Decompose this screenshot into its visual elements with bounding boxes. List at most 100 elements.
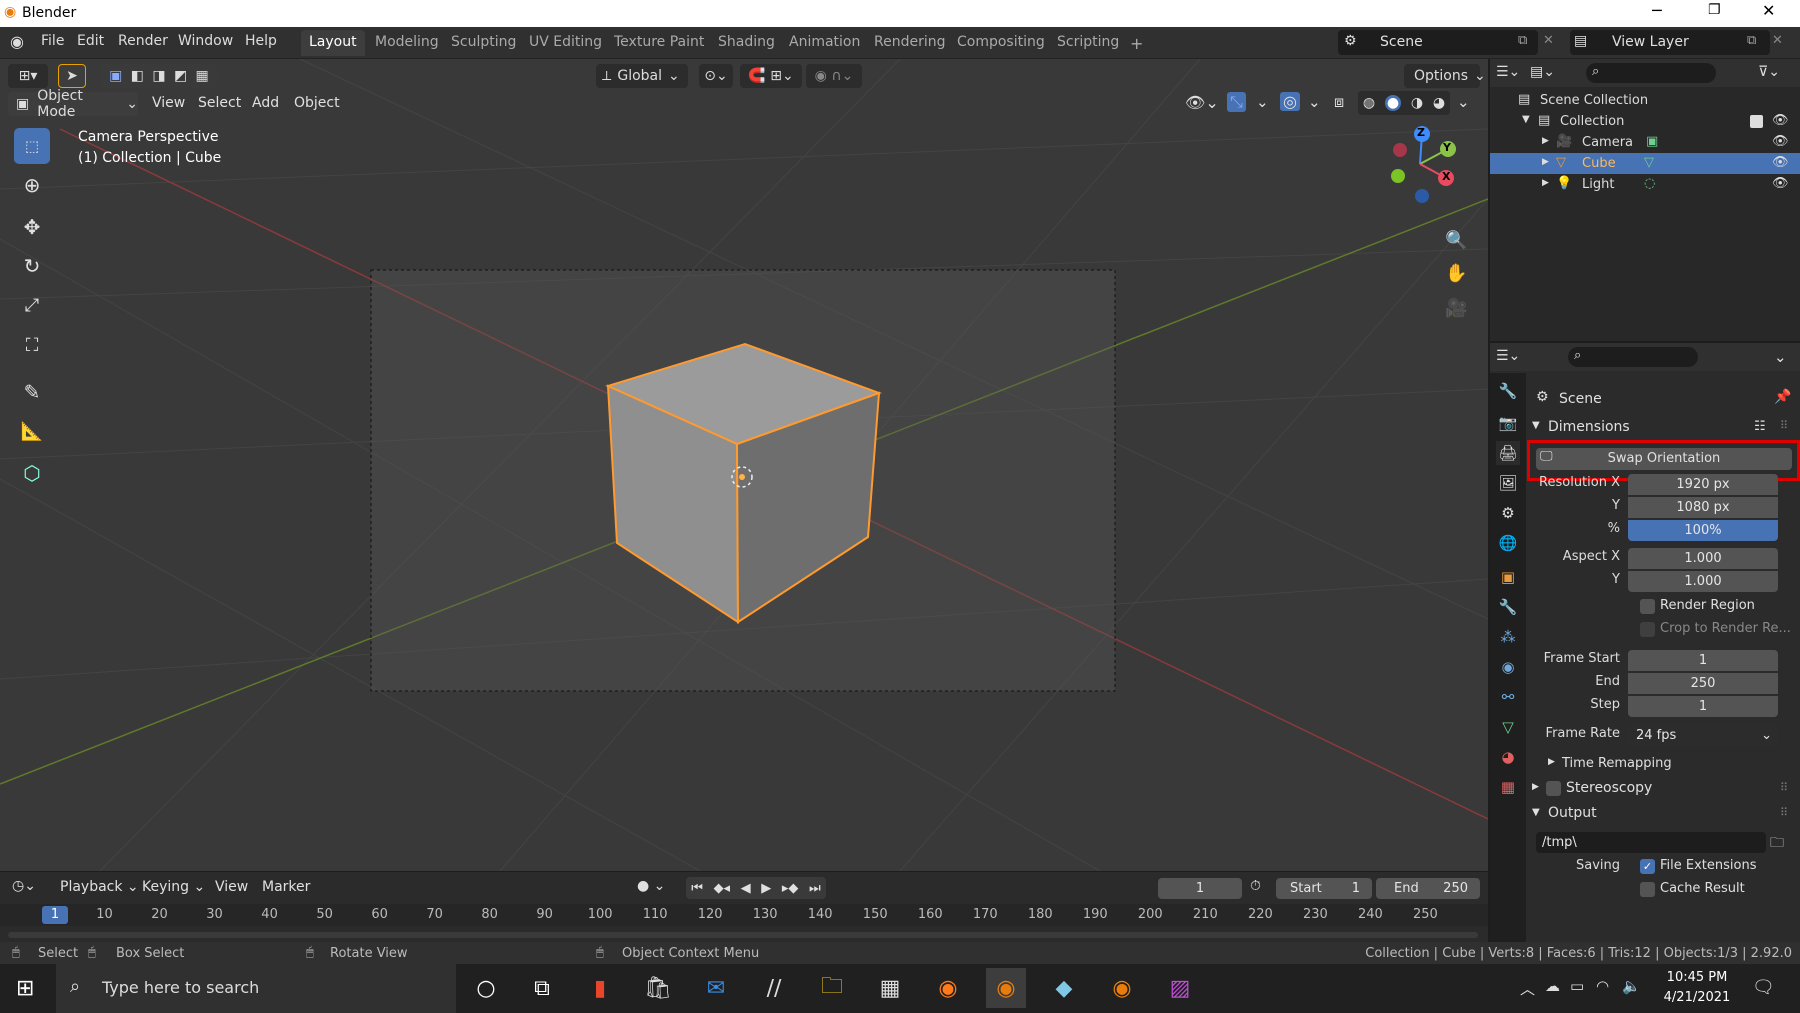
tab-shading[interactable]: Shading — [710, 30, 783, 56]
blender-taskbar-icon[interactable]: ◉ — [986, 968, 1026, 1008]
current-frame-field[interactable]: 1 — [1158, 878, 1242, 899]
mode-dropdown[interactable]: ▣ Object Mode ⌄ — [8, 88, 138, 120]
outliner-item-camera[interactable]: ▶ 🎥 Camera ▣ 👁 — [1490, 132, 1800, 153]
overlay-dropdown-icon[interactable]: ⌄ — [1308, 93, 1321, 111]
data-tab-icon[interactable]: ▽ — [1496, 715, 1520, 739]
proportional-editing-buttons[interactable]: ◉ ∩⌄ — [806, 64, 862, 88]
office-icon[interactable]: ▮ — [580, 968, 620, 1008]
menu-playback[interactable]: Playback ⌄ — [60, 879, 139, 895]
blender-alt-icon[interactable]: ◉ — [1102, 968, 1142, 1008]
pen-app-icon[interactable]: ∕∕ — [754, 968, 794, 1008]
chevron-down-icon[interactable]: ⌄ — [1774, 348, 1787, 366]
drag-handle-icon[interactable]: ⠿ — [1780, 806, 1788, 819]
editor-type-icon[interactable]: ☰⌄ — [1496, 348, 1520, 364]
folder-icon[interactable]: 🗀 — [1770, 832, 1784, 856]
output-path-input[interactable]: /tmp\ — [1536, 832, 1766, 853]
solid-shading-icon[interactable]: ● — [1384, 95, 1402, 111]
shading-mode-buttons[interactable]: ◍ ● ◑ ◕ — [1358, 91, 1450, 115]
pivot-point-dropdown[interactable]: ⊙⌄ — [699, 64, 733, 88]
select-intersect-icon[interactable]: ▦ — [196, 68, 209, 84]
view-layer-tab-icon[interactable]: 🖼 — [1496, 471, 1520, 495]
render-region-checkbox[interactable] — [1640, 599, 1655, 614]
scale-tool[interactable]: ⤢ — [14, 287, 50, 323]
add-workspace-button[interactable]: + — [1122, 30, 1151, 56]
camera-data-icon[interactable]: ▣ — [1646, 134, 1658, 149]
play-reverse-icon[interactable]: ◀ — [741, 881, 751, 896]
tab-scripting[interactable]: Scripting — [1049, 30, 1127, 56]
taskbar-search-input[interactable]: ⌕ Type here to search — [56, 964, 456, 1013]
expand-arrow-icon[interactable]: ▶ — [1542, 157, 1549, 167]
drag-handle-icon[interactable]: ⠿ — [1780, 781, 1788, 794]
menu-keying[interactable]: Keying ⌄ — [142, 879, 205, 895]
measure-tool[interactable]: 📐 — [14, 413, 50, 449]
menu-add[interactable]: Add — [252, 95, 279, 111]
notes-app-icon[interactable]: ◆ — [1044, 968, 1084, 1008]
outliner-item-light[interactable]: ▶ 💡 Light ◌ 👁 — [1490, 174, 1800, 195]
tab-modeling[interactable]: Modeling — [367, 30, 447, 56]
eye-icon[interactable]: 👁 — [1772, 155, 1789, 170]
zoom-icon[interactable]: 🔍 — [1445, 230, 1467, 251]
file-extensions-checkbox[interactable]: ✓ — [1640, 859, 1655, 874]
collection-row[interactable]: ▼ ▤ Collection 👁 — [1490, 111, 1800, 132]
eye-icon[interactable]: 👁 — [1772, 134, 1789, 149]
close-button[interactable]: ✕ — [1762, 1, 1775, 20]
tab-animation[interactable]: Animation — [781, 30, 868, 56]
editor-type-button[interactable]: ⊞▾ — [8, 64, 48, 88]
gizmo-toggle-icon[interactable]: ⤡ — [1227, 92, 1246, 112]
transform-tool[interactable]: ⛶ — [14, 327, 50, 363]
menu-select[interactable]: Select — [198, 95, 241, 111]
drag-handle-icon[interactable]: ⠿ — [1780, 419, 1788, 432]
new-scene-icon[interactable]: ⧉ — [1518, 33, 1527, 48]
time-remapping-subpanel[interactable]: ▶ Time Remapping — [1540, 753, 1790, 775]
prev-keyframe-icon[interactable]: ◆◂ — [714, 881, 731, 896]
windows-start-icon[interactable]: ⊞ — [16, 976, 34, 1001]
selection-mode-buttons[interactable]: ▣ ◧ ◨ ◩ ▦ — [101, 64, 217, 88]
menu-view[interactable]: View — [152, 95, 185, 111]
expand-arrow-icon[interactable]: ▶ — [1542, 136, 1549, 146]
crop-region-checkbox[interactable] — [1640, 622, 1655, 637]
camera-view-icon[interactable]: 🎥 — [1445, 298, 1467, 319]
volume-icon[interactable]: 🔈 — [1622, 977, 1641, 995]
jump-start-icon[interactable]: ⏮ — [691, 881, 703, 896]
tab-sculpting[interactable]: Sculpting — [443, 30, 524, 56]
tool-tab-icon[interactable]: 🔧 — [1496, 379, 1520, 403]
rendered-shading-icon[interactable]: ◕ — [1433, 95, 1445, 111]
gizmo-dropdown-icon[interactable]: ⌄ — [1256, 93, 1269, 111]
wireframe-shading-icon[interactable]: ◍ — [1363, 95, 1375, 111]
blender-menu-icon[interactable]: ◉ — [10, 32, 24, 51]
pan-hand-icon[interactable]: ✋ — [1445, 263, 1467, 284]
cursor-tool[interactable]: ⊕ — [14, 167, 50, 203]
clock-date[interactable]: 4/21/2021 — [1662, 990, 1732, 1005]
store-icon[interactable]: 🛍 — [638, 968, 678, 1008]
overlay-toggle-icon[interactable]: ◎ — [1280, 92, 1300, 111]
dimensions-panel-header[interactable]: ▼ Dimensions ☷ ⠿ — [1528, 416, 1798, 440]
pin-icon[interactable]: 📌 — [1774, 389, 1791, 405]
select-box-tool[interactable]: ⬚ — [14, 128, 50, 164]
menu-render[interactable]: Render — [118, 33, 168, 49]
presets-list-icon[interactable]: ☷ — [1754, 419, 1766, 434]
xray-toggle-icon[interactable]: ⧈ — [1334, 92, 1344, 112]
stereoscopy-checkbox[interactable] — [1546, 781, 1561, 796]
physics-tab-icon[interactable]: ◉ — [1496, 655, 1520, 679]
menu-window[interactable]: Window — [178, 33, 233, 49]
move-tool[interactable]: ✥ — [14, 209, 50, 245]
add-cube-tool[interactable]: ⬡ — [14, 455, 50, 491]
new-view-layer-icon[interactable]: ⧉ — [1747, 33, 1756, 48]
material-tab-icon[interactable]: ◕ — [1496, 745, 1520, 769]
resolution-x-field[interactable]: 1920 px — [1628, 474, 1778, 495]
resolution-y-field[interactable]: 1080 px — [1628, 497, 1778, 518]
menu-file[interactable]: File — [41, 33, 64, 49]
affinity-icon[interactable]: ▨ — [1160, 968, 1200, 1008]
maximize-button[interactable]: ❐ — [1708, 2, 1721, 18]
next-keyframe-icon[interactable]: ▸◆ — [782, 881, 799, 896]
stereoscopy-panel-header[interactable]: ▶ Stereoscopy ⠿ — [1528, 778, 1798, 800]
eye-icon[interactable]: 👁 — [1772, 176, 1789, 191]
world-tab-icon[interactable]: 🌐 — [1496, 531, 1520, 555]
aspect-x-field[interactable]: 1.000 — [1628, 548, 1778, 569]
render-tab-icon[interactable]: 📷 — [1496, 411, 1520, 435]
task-view-icon[interactable]: ⧉ — [522, 968, 562, 1008]
view-layer-selector[interactable]: ▤ View Layer — [1570, 30, 1770, 55]
tab-texture-paint[interactable]: Texture Paint — [606, 30, 712, 56]
menu-view[interactable]: View — [215, 879, 248, 895]
options-dropdown[interactable]: Options ⌄ — [1404, 64, 1486, 88]
